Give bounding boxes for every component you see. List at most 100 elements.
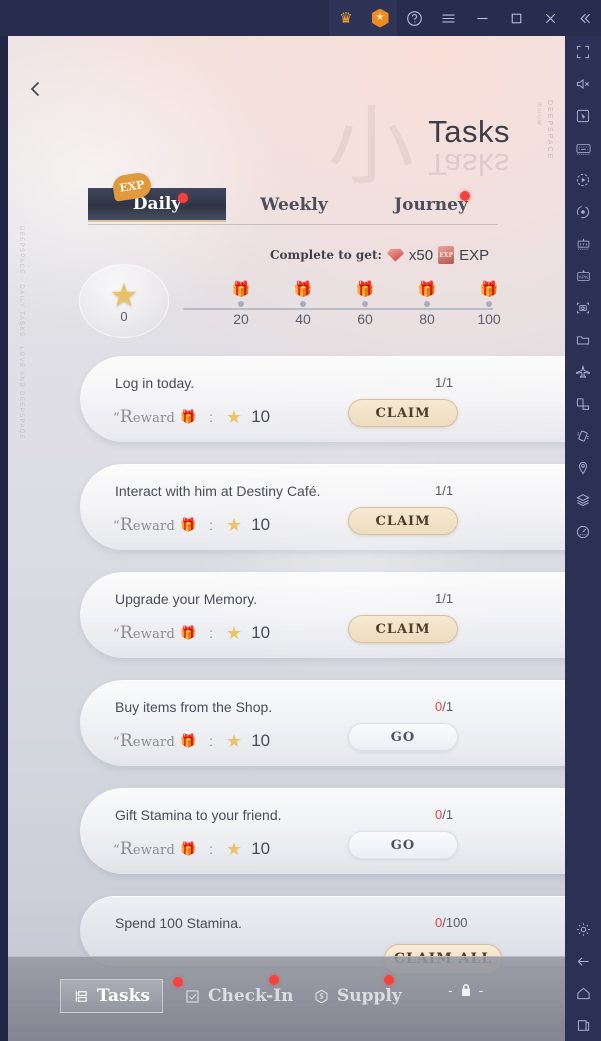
task-claim-button[interactable]: CLAIM [348,399,458,427]
milestone-label: 60 [357,311,373,327]
cursor-icon[interactable] [565,100,601,132]
tab-weekly-label: Weekly [260,195,328,215]
fullscreen-icon[interactable] [565,36,601,68]
tab-journey-label: Journey [394,195,468,215]
back-chevron-icon[interactable] [22,76,48,102]
task-claim-button[interactable]: CLAIM [348,507,458,535]
milestone-60[interactable]: 🎁 60 [340,282,390,327]
airplane-icon[interactable] [565,356,601,388]
multi-instance-icon[interactable] [565,228,601,260]
reward-colon: : [209,841,214,857]
bottom-nav-tasks[interactable]: Tasks [60,979,163,1013]
bottom-nav-locked: - - [448,981,483,999]
milestone-node [362,301,368,307]
emulator-sidebar: APK [565,36,601,1041]
bottom-nav-tasks-dot [173,977,183,987]
star-icon: ★ [226,731,243,751]
reward-label: “Reward [113,515,175,535]
bottom-nav: Tasks Check-In Supply - - [8,956,565,1041]
progress-current-value: 0 [120,308,128,324]
milestone-label: 80 [419,311,435,327]
task-claim-button[interactable]: CLAIM [348,615,458,643]
apk-install-icon[interactable]: APK [565,260,601,292]
reward-colon: : [209,409,214,425]
reward-label: “Reward [113,731,175,751]
milestone-label: 100 [477,311,501,327]
reward-amount: 10 [251,623,271,642]
keyboard-icon[interactable] [565,132,601,164]
hex-star-glyph: ★ [371,8,389,28]
maximize-icon[interactable] [499,0,533,36]
brand-label: DEEPSPACE [546,100,553,161]
shake-icon[interactable] [565,420,601,452]
bottom-nav-checkin[interactable]: Check-In [184,979,294,1013]
crown-icon[interactable]: ♛ [329,0,363,36]
exp-label: EXP [459,246,490,264]
star-icon: ★ [226,623,243,643]
reward-amount: 10 [251,839,271,858]
task-progress-total: /1 [442,807,454,822]
lock-right-dash: - [478,982,484,998]
screenshot-icon[interactable] [565,292,601,324]
task-title: Upgrade your Memory. [115,591,258,607]
task-list: Log in today. 1/1 “Reward 🎁: ★ 10 CLAIM Interac… [8,356,565,986]
milestone-40[interactable]: 🎁 40 [278,282,328,327]
task-title: Buy items from the Shop. [115,699,273,715]
task-progress: 1/1 [435,591,453,606]
task-progress-total: /1 [442,699,454,714]
bottom-nav-supply-label: Supply [337,986,402,1006]
hex-star-icon[interactable]: ★ [363,0,397,36]
milestone-20[interactable]: 🎁 20 [216,282,266,327]
mute-icon[interactable] [565,68,601,100]
task-progress: 0/1 [435,807,453,822]
location-icon[interactable] [565,452,601,484]
gift-icon: 🎁 [293,281,313,298]
gem-amount: x50 [408,246,434,264]
settings-icon[interactable] [565,913,601,945]
reward-colon: : [209,733,214,749]
game-screen: 小 Tasks Tasks DEEPSPACE 深空之眼 DEEPSPACE ·… [8,36,565,1041]
gift-icon: 🎁 [355,281,375,298]
task-progress-total: /100 [442,915,468,930]
rotate-icon[interactable] [565,388,601,420]
reward-amount: 10 [251,731,271,750]
star-icon: ★ [109,276,139,313]
task-title: Gift Stamina to your friend. [115,807,282,823]
sync-icon[interactable] [565,196,601,228]
gift-icon: 🎁 [179,625,197,640]
gift-icon: 🎁 [179,733,197,748]
task-go-button[interactable]: GO [348,831,458,859]
task-title: Log in today. [115,375,195,391]
gift-icon: 🎁 [417,281,437,298]
collapse-icon[interactable] [567,0,601,36]
reward-label: “Reward [113,839,175,859]
macro-record-icon[interactable] [565,164,601,196]
close-icon[interactable] [533,0,567,36]
tab-daily[interactable]: Daily [88,188,226,222]
home-icon[interactable] [565,977,601,1009]
milestone-80[interactable]: 🎁 80 [402,282,452,327]
task-reward: “Reward 🎁: ★ 10 [113,731,270,751]
reward-colon: : [209,625,214,641]
tab-weekly[interactable]: Weekly [240,188,348,222]
menu-glyph [440,10,457,27]
task-row: Upgrade your Memory. 1/1 “Reward 🎁: ★ 10 CLAIM [80,572,565,658]
menu-icon[interactable] [431,0,465,36]
milestone-node [486,301,492,307]
task-go-button[interactable]: GO [348,723,458,751]
back-icon[interactable] [565,945,601,977]
task-progress-total: /1 [442,375,454,390]
minimize-icon[interactable] [465,0,499,36]
performance-icon[interactable] [565,516,601,548]
crown-glyph: ♛ [339,9,353,27]
milestone-100[interactable]: 🎁 100 [464,282,514,327]
folder-icon[interactable] [565,324,601,356]
layers-icon[interactable] [565,484,601,516]
tab-bar: Daily Weekly Journey [8,188,565,228]
bottom-nav-supply-dot [384,975,394,985]
help-icon[interactable] [397,0,431,36]
gift-icon: 🎁 [179,517,197,532]
recents-icon[interactable] [565,1009,601,1041]
maximize-glyph [508,10,525,27]
gem-icon [386,248,404,262]
